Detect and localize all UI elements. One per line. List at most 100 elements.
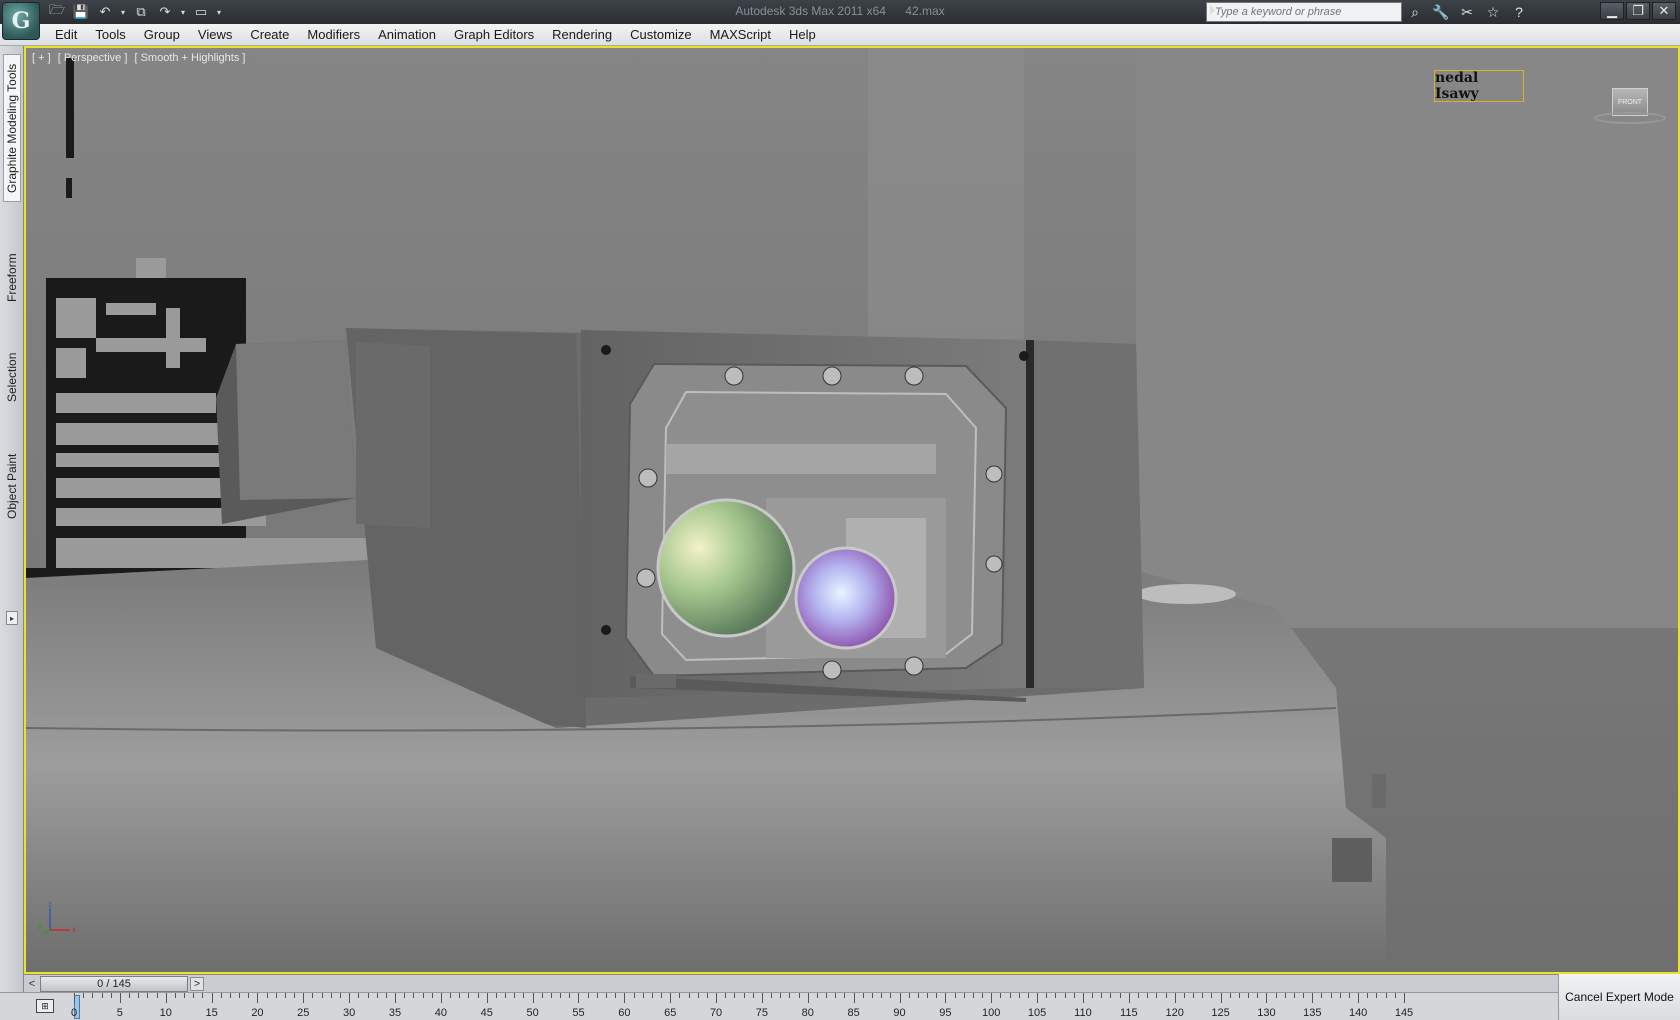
search-expand-icon[interactable] <box>1210 5 1215 15</box>
ruler-tick <box>340 993 341 998</box>
ruler-tick <box>1009 993 1011 998</box>
ruler-tick <box>1293 993 1295 998</box>
application-button[interactable]: G <box>2 2 40 40</box>
ruler-tick <box>1055 993 1057 998</box>
ruler-tick <box>284 993 286 998</box>
menu-edit[interactable]: Edit <box>46 24 86 45</box>
menu-create[interactable]: Create <box>241 24 298 45</box>
ruler-tick <box>1321 993 1323 998</box>
communication-icon[interactable]: ✂ <box>1456 2 1478 22</box>
favorites-icon[interactable]: ☆ <box>1482 2 1504 22</box>
undo-icon[interactable]: ↶ <box>94 2 116 22</box>
ruler-tick <box>1385 993 1387 998</box>
tab-object-paint[interactable]: Object Paint <box>3 436 21 536</box>
undo-dropdown-icon[interactable]: ▾ <box>118 2 128 22</box>
ruler-tick <box>1110 993 1112 998</box>
ruler-tick <box>835 993 837 998</box>
menu-customize[interactable]: Customize <box>621 24 700 45</box>
ruler-tick <box>972 993 974 998</box>
minimize-button[interactable]: ▁ <box>1600 2 1624 20</box>
next-frame-button[interactable]: > <box>190 977 204 991</box>
ruler-tick <box>1229 993 1231 998</box>
frame-ruler[interactable]: 0 5 10 15 20 25 30 35 40 45 50 55 60 65 70 75 80 85 90 95 10… <box>71 993 1552 1020</box>
viewport-label[interactable]: [ + ] [ Perspective ] [ Smooth + Highlig… <box>32 52 249 64</box>
close-button[interactable]: ✕ <box>1652 2 1676 20</box>
ruler-tick <box>294 993 296 998</box>
track-bar[interactable]: ⊞ 0 5 10 15 20 25 30 35 40 45 50 55 60 65 70 75 80 85 90 95… <box>0 992 1558 1020</box>
ruler-tick <box>202 993 204 998</box>
infocenter-toolbar: ⌕ 🔧 ✂ ☆? <box>1404 2 1530 22</box>
app-logo-icon: G <box>11 8 31 34</box>
viewport-general-menu[interactable]: [ + ] <box>32 52 51 64</box>
ruler-tick <box>312 993 314 998</box>
viewport-shading-menu[interactable]: [ Smooth + Highlights ] <box>134 52 245 64</box>
ruler-tick-label: 100 <box>982 1007 1001 1019</box>
ruler-tick <box>174 993 176 998</box>
menu-rendering[interactable]: Rendering <box>543 24 621 45</box>
ruler-tick <box>1147 993 1149 998</box>
ruler-tick <box>147 993 149 998</box>
previous-frame-button[interactable]: < <box>26 977 38 991</box>
search-input[interactable] <box>1207 3 1401 21</box>
redo-icon[interactable]: ↷ <box>154 2 176 22</box>
ruler-tick-label: 50 <box>526 1007 539 1019</box>
hold-icon[interactable]: ⧉ <box>130 2 152 22</box>
ruler-tick <box>670 993 672 1003</box>
qat-customize-icon[interactable]: ▾ <box>214 2 224 22</box>
menu-tools[interactable]: Tools <box>86 24 134 45</box>
menu-group[interactable]: Group <box>135 24 189 45</box>
ruler-tick-label: 105 <box>1027 1007 1047 1019</box>
ruler-tick-label: 10 <box>159 1007 172 1019</box>
save-icon[interactable]: 💾 <box>70 2 92 22</box>
perspective-viewport[interactable]: [ + ] [ Perspective ] [ Smooth + Highlig… <box>24 46 1680 974</box>
ruler-tick-label: 30 <box>343 1007 356 1019</box>
ruler-tick <box>1376 993 1378 998</box>
redo-dropdown-icon[interactable]: ▾ <box>178 2 188 22</box>
open-icon[interactable]: 🗁 <box>46 2 68 22</box>
ruler-tick <box>440 993 442 1003</box>
ruler-tick-label: 115 <box>1120 1007 1138 1019</box>
menu-graph-editors[interactable]: Graph Editors <box>445 24 543 45</box>
ruler-tick <box>890 993 892 998</box>
ruler-tick-label: 90 <box>893 1007 906 1019</box>
ruler-tick <box>807 993 809 1003</box>
ruler-tick-label: 70 <box>709 1007 723 1019</box>
ruler-tick-label: 125 <box>1211 1007 1230 1019</box>
ruler-tick-label: 75 <box>755 1007 769 1019</box>
ruler-tick <box>899 993 901 1003</box>
viewcube-compass-ring[interactable] <box>1594 112 1666 124</box>
ruler-tick <box>450 993 452 998</box>
tab-selection[interactable]: Selection <box>3 340 21 414</box>
time-slider-thumb[interactable]: 0 / 145 <box>40 976 188 992</box>
cancel-expert-mode-button[interactable]: Cancel Expert Mode <box>1558 974 1680 1020</box>
project-folder-icon[interactable]: ▭ <box>190 2 212 22</box>
tab-freeform[interactable]: Freeform <box>3 236 21 320</box>
ruler-tick <box>239 993 241 998</box>
menu-animation[interactable]: Animation <box>369 24 445 45</box>
viewcube[interactable]: FRONT <box>1594 84 1666 128</box>
ribbon-expand-icon[interactable]: ▸ <box>6 611 18 625</box>
subscription-icon[interactable]: 🔧 <box>1430 2 1452 22</box>
open-mini-curve-editor-icon[interactable]: ⊞ <box>36 999 54 1013</box>
help-icon[interactable]: ? <box>1508 2 1530 22</box>
ruler-tick <box>872 993 873 998</box>
time-slider[interactable]: < 0 / 145 > <box>24 974 1558 992</box>
restore-button[interactable]: ❐ <box>1626 2 1650 20</box>
axis-tripod-icon: z y x <box>38 900 76 935</box>
ruler-tick-label: 15 <box>205 1007 218 1019</box>
viewport-point-of-view-menu[interactable]: [ Perspective ] <box>58 52 128 64</box>
ruler-tick <box>459 993 461 998</box>
tab-graphite-modeling-tools[interactable]: Graphite Modeling Tools <box>3 54 21 202</box>
ruler-tick <box>945 993 947 1003</box>
ruler-tick <box>193 993 195 998</box>
menu-help[interactable]: Help <box>780 24 825 45</box>
ruler-tick <box>101 993 103 998</box>
menu-maxscript[interactable]: MAXScript <box>701 24 780 45</box>
menu-modifiers[interactable]: Modifiers <box>298 24 369 45</box>
ruler-tick-label: 95 <box>939 1007 952 1019</box>
infocenter-search[interactable] <box>1206 2 1402 22</box>
ruler-tick <box>422 993 424 998</box>
binoculars-icon[interactable]: ⌕ <box>1404 2 1426 22</box>
ruler-tick <box>1073 993 1075 998</box>
menu-views[interactable]: Views <box>189 24 241 45</box>
